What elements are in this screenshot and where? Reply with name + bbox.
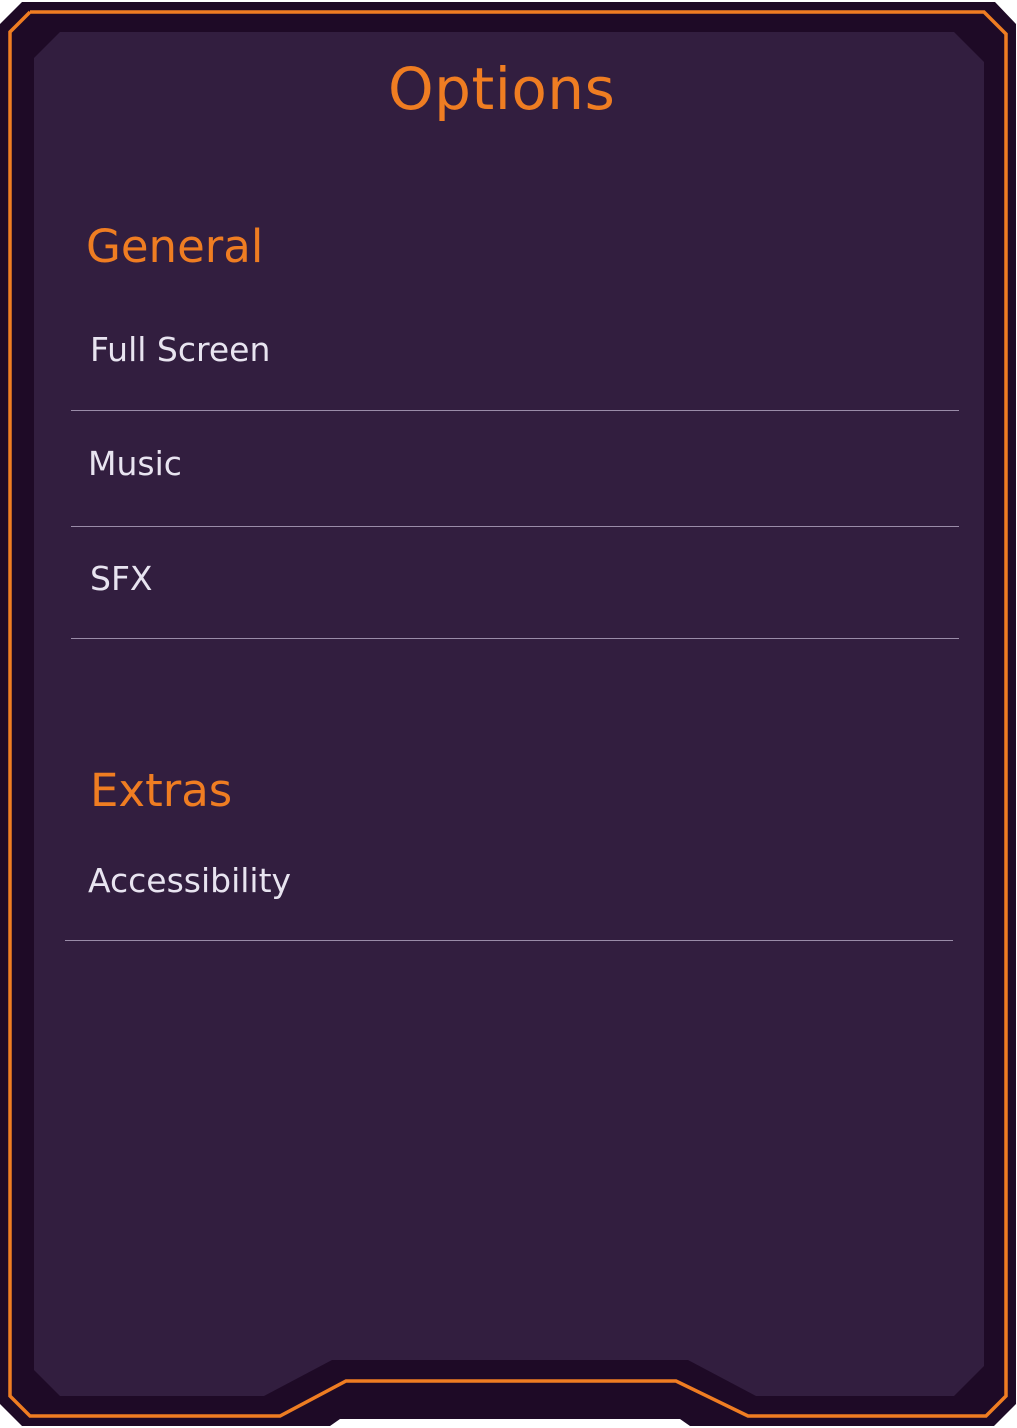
divider-music	[71, 526, 959, 527]
option-full-screen[interactable]: Full Screen	[90, 333, 270, 366]
option-accessibility[interactable]: Accessibility	[88, 864, 291, 897]
divider-full-screen	[71, 410, 959, 411]
option-music[interactable]: Music	[88, 447, 182, 480]
divider-sfx	[71, 638, 959, 639]
option-sfx[interactable]: SFX	[90, 562, 153, 595]
divider-accessibility	[65, 940, 953, 941]
section-heading-extras: Extras	[90, 764, 233, 817]
options-panel-frame	[0, 2, 1016, 1426]
section-heading-general: General	[86, 220, 264, 273]
page-title: Options	[388, 55, 616, 123]
